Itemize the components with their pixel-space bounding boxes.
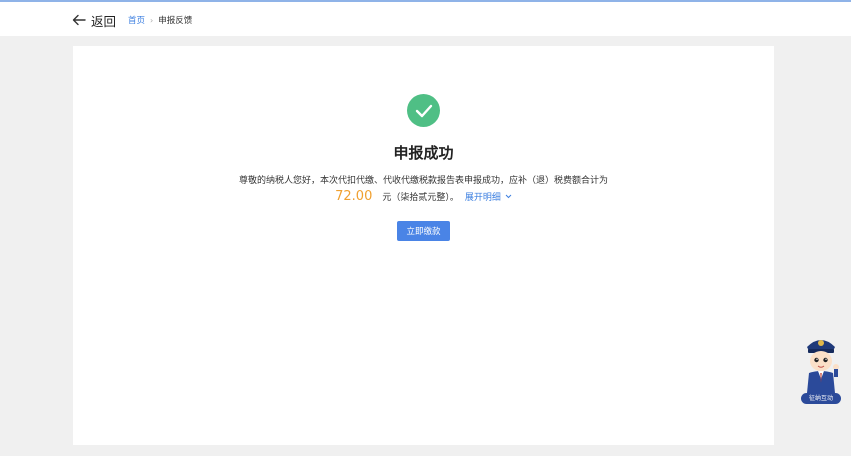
breadcrumb: 首页 › 申报反馈 [128,12,192,28]
chevron-down-icon [505,194,512,199]
top-header: 返回 首页 › 申报反馈 [0,2,851,36]
check-circle-icon [407,94,440,127]
amount-row: 72.00 元（柒拾贰元整）。 展开明细 [73,189,774,204]
result-card: 申报成功 尊敬的纳税人您好，本次代扣代缴、代收代缴税款报告表申报成功，应补（退）… [73,46,774,445]
assistant-label[interactable]: 征纳互动 [801,393,841,404]
result-description: 尊敬的纳税人您好，本次代扣代缴、代收代缴税款报告表申报成功，应补（退）税费额合计… [238,176,608,186]
back-button[interactable]: 返回 [72,10,116,30]
breadcrumb-separator: › [150,15,154,25]
arrow-left-icon [72,11,86,30]
back-label: 返回 [91,13,117,29]
expand-details-link[interactable]: 展开明细 [465,190,512,203]
amount-in-words: 元（柒拾贰元整）。 [382,193,459,203]
result-title: 申报成功 [393,144,454,162]
breadcrumb-current: 申报反馈 [158,16,193,26]
tax-amount: 72.00 [335,189,373,204]
breadcrumb-home-link[interactable]: 首页 [128,14,145,26]
pay-now-button[interactable]: 立即缴款 [397,221,450,241]
expand-details-label: 展开明细 [464,193,501,203]
